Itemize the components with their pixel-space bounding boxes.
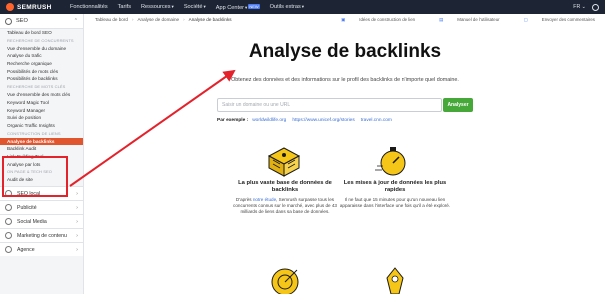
red-arrow-annotation [69, 69, 236, 187]
